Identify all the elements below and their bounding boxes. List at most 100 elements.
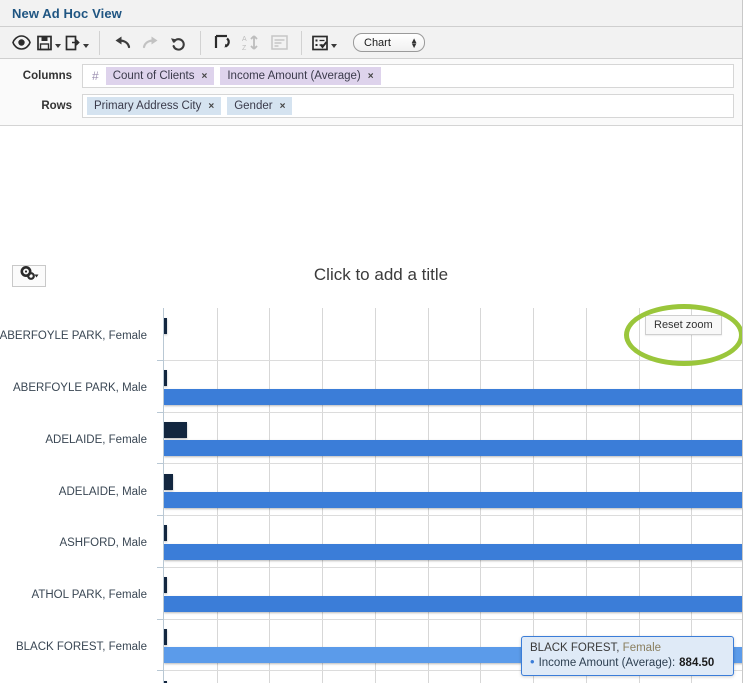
bar-count-of-clients[interactable] — [164, 473, 173, 490]
stepper-arrows-icon: ▲ ▼ — [410, 35, 418, 50]
tooltip-series-name: Income Amount (Average) — [538, 657, 672, 669]
bar-income-amount-average[interactable] — [164, 388, 742, 405]
checklist-icon — [312, 35, 329, 51]
tooltip-value: 884.50 — [679, 657, 715, 669]
chip-label: Count of Clients — [112, 70, 195, 82]
rows-label: Rows — [41, 100, 72, 112]
switch-groups-button[interactable] — [209, 31, 237, 55]
columns-dropzone[interactable]: # Count of Clients × Income Amount (Aver… — [82, 64, 734, 88]
chart-title-placeholder[interactable]: Click to add a title — [0, 265, 742, 285]
bar-count-of-clients[interactable] — [164, 421, 187, 438]
redo-button[interactable] — [136, 31, 164, 55]
display-selector-button[interactable] — [310, 31, 339, 55]
eye-icon — [11, 35, 31, 50]
row-separator — [164, 618, 742, 620]
bar-income-amount-average[interactable] — [164, 440, 742, 457]
ad-hoc-view-window: New Ad Hoc View A Z Chart ▲ ▼ Columns # … — [0, 0, 743, 683]
sort-az-icon: A Z — [242, 34, 260, 51]
y-axis-tick — [157, 566, 163, 568]
bar-count-of-clients[interactable] — [164, 577, 167, 594]
y-axis-label: ATHOL PARK, Female — [31, 589, 147, 601]
tooltip-city: BLACK FOREST — [530, 642, 617, 654]
toolbar-group-display — [303, 27, 346, 58]
chip-remove-icon[interactable]: × — [368, 71, 374, 82]
rows-shelf: Rows Primary Address City × Gender × — [0, 91, 742, 121]
bar-income-amount-average[interactable] — [164, 543, 742, 560]
rows-chip-gender[interactable]: Gender × — [227, 97, 293, 115]
sort-button[interactable]: A Z — [237, 31, 265, 55]
y-axis-tick — [157, 515, 163, 516]
reset-zoom-button[interactable]: Reset zoom — [645, 315, 722, 335]
y-axis-label: BLACK FOREST, Female — [15, 640, 147, 653]
toolbar-divider — [99, 30, 100, 55]
plot-canvas[interactable] — [163, 308, 742, 683]
shelves-area: Columns # Count of Clients × Income Amou… — [0, 59, 742, 126]
row-separator — [164, 463, 742, 465]
y-axis-tick — [157, 463, 163, 465]
bar-income-amount-average[interactable] — [164, 595, 742, 612]
redo-arrow-icon — [141, 35, 160, 51]
columns-shelf: Columns # Count of Clients × Income Amou… — [0, 61, 742, 91]
y-axis-label: ASHFORD, Male — [59, 537, 147, 550]
switch-axes-icon — [214, 34, 232, 51]
toolbar-divider — [301, 30, 302, 55]
export-button[interactable] — [63, 31, 91, 55]
chart-panel: Click to add a title Reset zoom 05010015… — [0, 126, 742, 683]
revert-arrow-icon — [170, 35, 187, 51]
chip-remove-icon[interactable]: × — [280, 101, 286, 112]
y-axis-label: ADELAIDE, Male — [58, 485, 147, 498]
list-lines-icon — [270, 35, 288, 50]
tooltip-header: BLACK FOREST, Female — [530, 642, 725, 654]
chip-label: Gender — [234, 100, 273, 112]
chip-label: Income Amount (Average) — [227, 70, 361, 82]
row-separator — [164, 515, 742, 516]
y-axis-label: ABERFOYLE PARK, Male — [13, 382, 147, 394]
toolbar-group-layout: A Z — [202, 27, 300, 58]
y-axis-tick — [157, 670, 163, 672]
toolbar-group-file — [0, 27, 98, 58]
page-title: New Ad Hoc View — [12, 5, 122, 21]
preview-button[interactable] — [7, 31, 35, 55]
undo-button[interactable] — [108, 31, 136, 55]
window-titlebar: New Ad Hoc View — [0, 0, 742, 27]
bar-count-of-clients[interactable] — [164, 370, 167, 387]
chip-remove-icon[interactable]: × — [208, 101, 214, 112]
export-icon — [65, 35, 81, 51]
chart-plot-area: 050100150200250300350400450500550 ABERFO… — [0, 302, 742, 683]
labels-button[interactable] — [265, 31, 293, 55]
bar-income-amount-average[interactable] — [164, 492, 742, 509]
rows-dropzone[interactable]: Primary Address City × Gender × — [82, 94, 734, 118]
row-separator — [164, 566, 742, 568]
y-axis-label: ABERFOYLE PARK, Female — [0, 330, 147, 343]
bar-count-of-clients[interactable] — [164, 318, 167, 335]
bar-count-of-clients[interactable] — [164, 628, 167, 645]
floppy-disk-icon — [37, 35, 53, 51]
y-axis-tick — [157, 618, 163, 620]
save-button[interactable] — [35, 31, 63, 55]
revert-button[interactable] — [164, 31, 192, 55]
view-type-select[interactable]: Chart ▲ ▼ — [353, 33, 425, 52]
svg-text:Z: Z — [242, 45, 247, 51]
svg-text:A: A — [242, 36, 247, 43]
undo-arrow-icon — [113, 35, 132, 51]
columns-chip-income-amount-average[interactable]: Income Amount (Average) × — [220, 67, 381, 85]
chevron-down-icon — [55, 43, 61, 48]
chip-remove-icon[interactable]: × — [202, 71, 208, 82]
y-axis-tick — [157, 359, 163, 361]
tooltip-gender: Female — [622, 642, 662, 654]
tooltip-bullet-icon: • — [530, 654, 535, 669]
chip-label: Primary Address City — [94, 100, 202, 112]
columns-chip-count-of-clients[interactable]: Count of Clients × — [105, 67, 215, 85]
toolbar-divider — [200, 30, 201, 55]
toolbar-group-view-type: Chart ▲ ▼ — [346, 27, 432, 58]
main-toolbar: A Z Chart ▲ ▼ — [0, 27, 742, 59]
tooltip-colon: : — [671, 657, 676, 669]
bar-count-of-clients[interactable] — [164, 525, 167, 542]
toolbar-group-history — [101, 27, 199, 58]
chart-tooltip: BLACK FOREST, Female • Income Amount (Av… — [521, 636, 734, 676]
row-separator — [164, 359, 742, 361]
chevron-down-icon — [331, 43, 337, 48]
row-separator — [164, 411, 742, 413]
y-axis-label: ADELAIDE, Female — [45, 433, 147, 446]
rows-chip-primary-address-city[interactable]: Primary Address City × — [87, 97, 222, 115]
